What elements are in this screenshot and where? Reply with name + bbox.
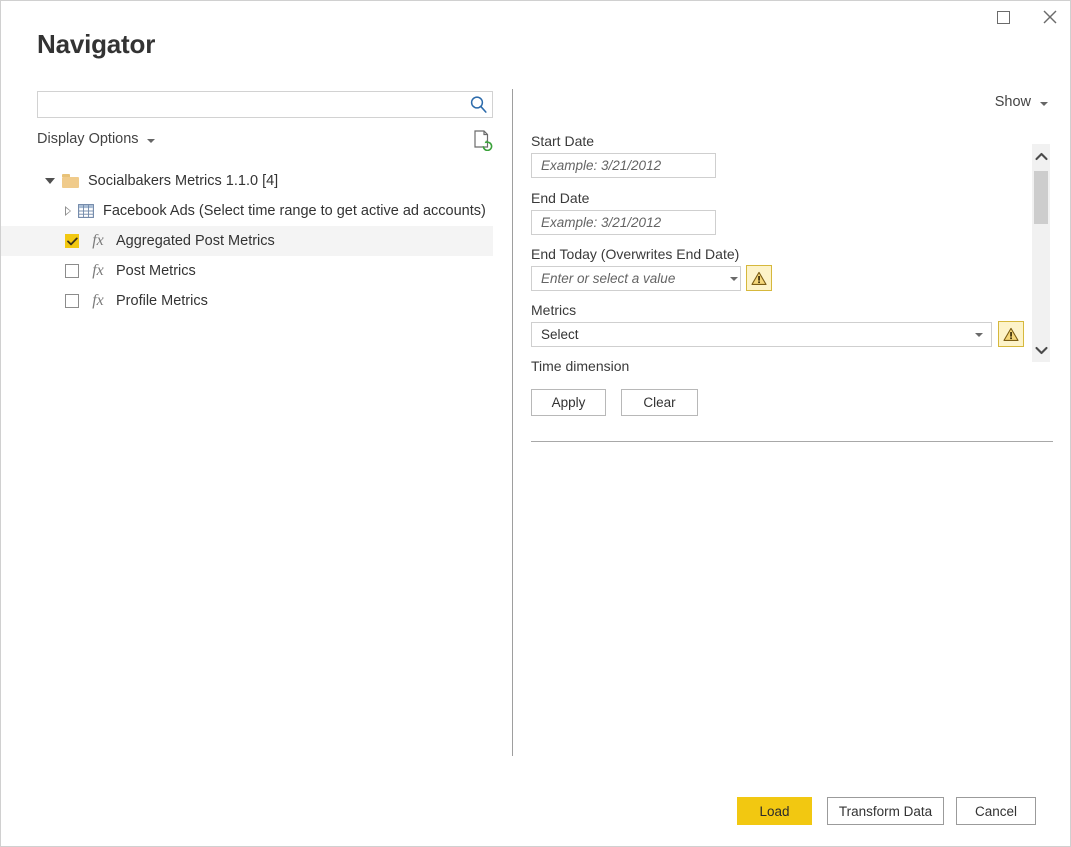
chevron-down-icon <box>146 138 155 143</box>
parameters-divider <box>531 441 1053 442</box>
tree-row[interactable]: Socialbakers Metrics 1.1.0 [4] <box>1 166 493 196</box>
load-button[interactable]: Load <box>737 797 812 825</box>
warning-triangle-icon <box>751 271 767 285</box>
pane-divider <box>512 89 513 756</box>
field-input[interactable] <box>539 267 720 290</box>
function-icon: fx <box>92 292 104 309</box>
object-tree: Socialbakers Metrics 1.1.0 [4] Facebook A… <box>1 166 493 316</box>
field-label: Time dimension <box>531 358 630 374</box>
search-input[interactable] <box>44 92 464 117</box>
close-button[interactable] <box>1027 1 1070 33</box>
maximize-icon <box>997 10 1010 24</box>
cancel-button[interactable]: Cancel <box>956 797 1036 825</box>
refresh-button[interactable] <box>471 129 493 152</box>
field-label: Start Date <box>531 133 595 149</box>
navigator-dialog: Navigator Display Options Socialbakers M… <box>0 0 1071 847</box>
title-bar <box>1 1 1070 35</box>
clear-label: Clear <box>643 395 676 410</box>
search-icon[interactable] <box>464 95 492 114</box>
field-label: Metrics <box>531 302 577 318</box>
transform-data-label: Transform Data <box>838 803 933 819</box>
checkbox-unchecked[interactable] <box>65 294 79 308</box>
load-label: Load <box>759 803 790 819</box>
scroll-down-button[interactable] <box>1032 340 1050 360</box>
close-icon <box>1043 10 1056 24</box>
transform-data-button[interactable]: Transform Data <box>827 797 944 825</box>
scroll-up-button[interactable] <box>1032 146 1050 166</box>
collapse-triangle-icon[interactable] <box>65 206 71 216</box>
warning-button[interactable] <box>746 265 772 291</box>
clear-button[interactable]: Clear <box>621 389 698 416</box>
chevron-down-icon[interactable] <box>967 332 991 337</box>
refresh-document-icon <box>474 130 493 152</box>
field-input[interactable] <box>539 211 720 234</box>
show-label: Show <box>994 94 1031 110</box>
field-input[interactable] <box>539 154 720 177</box>
field-input[interactable] <box>539 323 960 346</box>
tree-item-label: Facebook Ads (Select time range to get a… <box>103 203 486 219</box>
function-icon: fx <box>92 232 104 249</box>
magnifier-glyph <box>470 96 487 113</box>
warning-button[interactable] <box>998 321 1024 347</box>
display-options-button[interactable]: Display Options <box>37 131 155 147</box>
maximize-button[interactable] <box>981 1 1026 33</box>
parameters-scrollbar[interactable] <box>1032 144 1050 362</box>
table-icon <box>78 204 94 218</box>
folder-icon <box>62 174 79 188</box>
field-combobox[interactable] <box>531 266 741 291</box>
tree-row[interactable]: fx Aggregated Post Metrics <box>1 226 493 256</box>
expand-triangle-icon[interactable] <box>45 178 55 184</box>
tree-row[interactable]: Facebook Ads (Select time range to get a… <box>1 196 493 226</box>
tree-item-label: Profile Metrics <box>116 293 208 309</box>
field-textbox[interactable] <box>531 153 720 178</box>
field-label: End Date <box>531 190 590 206</box>
checkbox-unchecked[interactable] <box>65 264 79 278</box>
warning-triangle-icon <box>1003 327 1019 341</box>
checkmark-icon <box>66 237 78 245</box>
show-dropdown[interactable]: Show <box>995 94 1048 110</box>
search-box[interactable] <box>37 91 493 118</box>
tree-row[interactable]: fx Post Metrics <box>1 256 493 286</box>
function-icon: fx <box>92 262 104 279</box>
field-label: End Today (Overwrites End Date) <box>531 246 740 262</box>
scrollbar-thumb[interactable] <box>1034 171 1048 224</box>
display-options-label: Display Options <box>37 131 139 147</box>
cancel-label: Cancel <box>974 803 1018 819</box>
tree-item-label: Post Metrics <box>116 263 196 279</box>
tree-item-label: Socialbakers Metrics 1.1.0 [4] <box>88 173 279 189</box>
page-title: Navigator <box>37 29 156 59</box>
field-combobox[interactable] <box>531 322 992 347</box>
chevron-down-icon[interactable] <box>727 276 740 281</box>
field-textbox[interactable] <box>531 210 720 235</box>
chevron-down-icon <box>1040 101 1048 106</box>
chevron-down-icon <box>1034 346 1048 354</box>
apply-button[interactable]: Apply <box>531 389 606 416</box>
chevron-up-icon <box>1034 152 1048 160</box>
tree-row[interactable]: fx Profile Metrics <box>1 286 493 316</box>
tree-item-label: Aggregated Post Metrics <box>116 233 275 249</box>
checkbox-checked[interactable] <box>65 234 79 248</box>
apply-label: Apply <box>551 395 586 410</box>
